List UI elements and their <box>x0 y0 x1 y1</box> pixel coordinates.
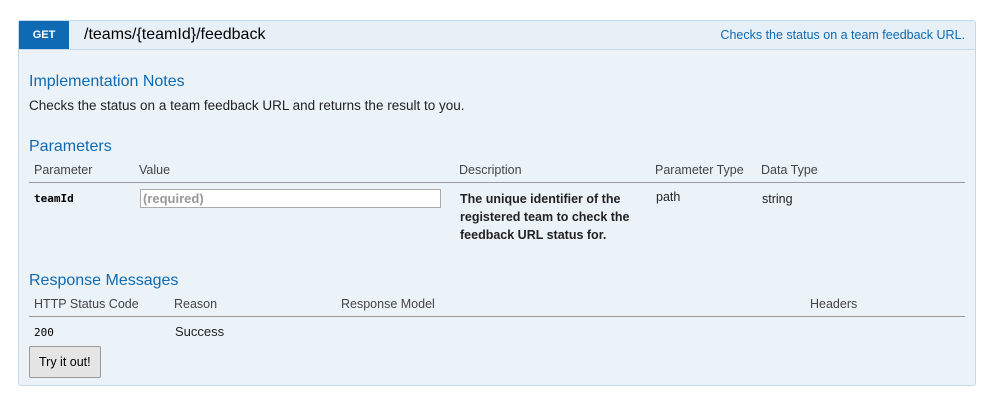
endpoint-heading[interactable]: GET /teams/{teamId}/feedback Checks the … <box>19 21 975 50</box>
param-name-teamid: teamId <box>34 192 74 205</box>
param-header-parameter-type: Parameter Type <box>655 163 744 177</box>
response-status-code: 200 <box>34 326 54 339</box>
response-header-headers: Headers <box>810 297 858 311</box>
teamid-value-input[interactable] <box>140 189 441 208</box>
param-type: path <box>656 190 681 204</box>
param-description: The unique identifier of the registered … <box>460 192 630 242</box>
implementation-notes-title: Implementation Notes <box>29 73 185 90</box>
response-header-status-code: HTTP Status Code <box>34 297 139 311</box>
response-messages-title: Response Messages <box>29 272 179 289</box>
try-it-out-button[interactable]: Try it out! <box>29 346 101 378</box>
response-header-reason: Reason <box>174 297 218 311</box>
response-header-model: Response Model <box>341 297 435 311</box>
endpoint-path[interactable]: /teams/{teamId}/feedback <box>84 26 265 44</box>
http-method-badge[interactable]: GET <box>19 21 69 49</box>
implementation-notes-text: Checks the status on a team feedback URL… <box>29 98 465 113</box>
endpoint-summary-link[interactable]: Checks the status on a team feedback URL… <box>720 28 965 42</box>
parameters-title: Parameters <box>29 138 112 155</box>
parameters-header-divider <box>29 182 965 183</box>
param-header-parameter: Parameter <box>34 163 93 177</box>
param-data-type[interactable]: string <box>762 192 793 206</box>
endpoint-panel: GET /teams/{teamId}/feedback Checks the … <box>18 20 976 386</box>
param-header-value: Value <box>139 163 171 177</box>
response-header-divider <box>29 316 965 317</box>
param-header-data-type: Data Type <box>761 163 818 177</box>
response-reason: Success <box>175 324 225 339</box>
param-header-description: Description <box>459 163 522 177</box>
